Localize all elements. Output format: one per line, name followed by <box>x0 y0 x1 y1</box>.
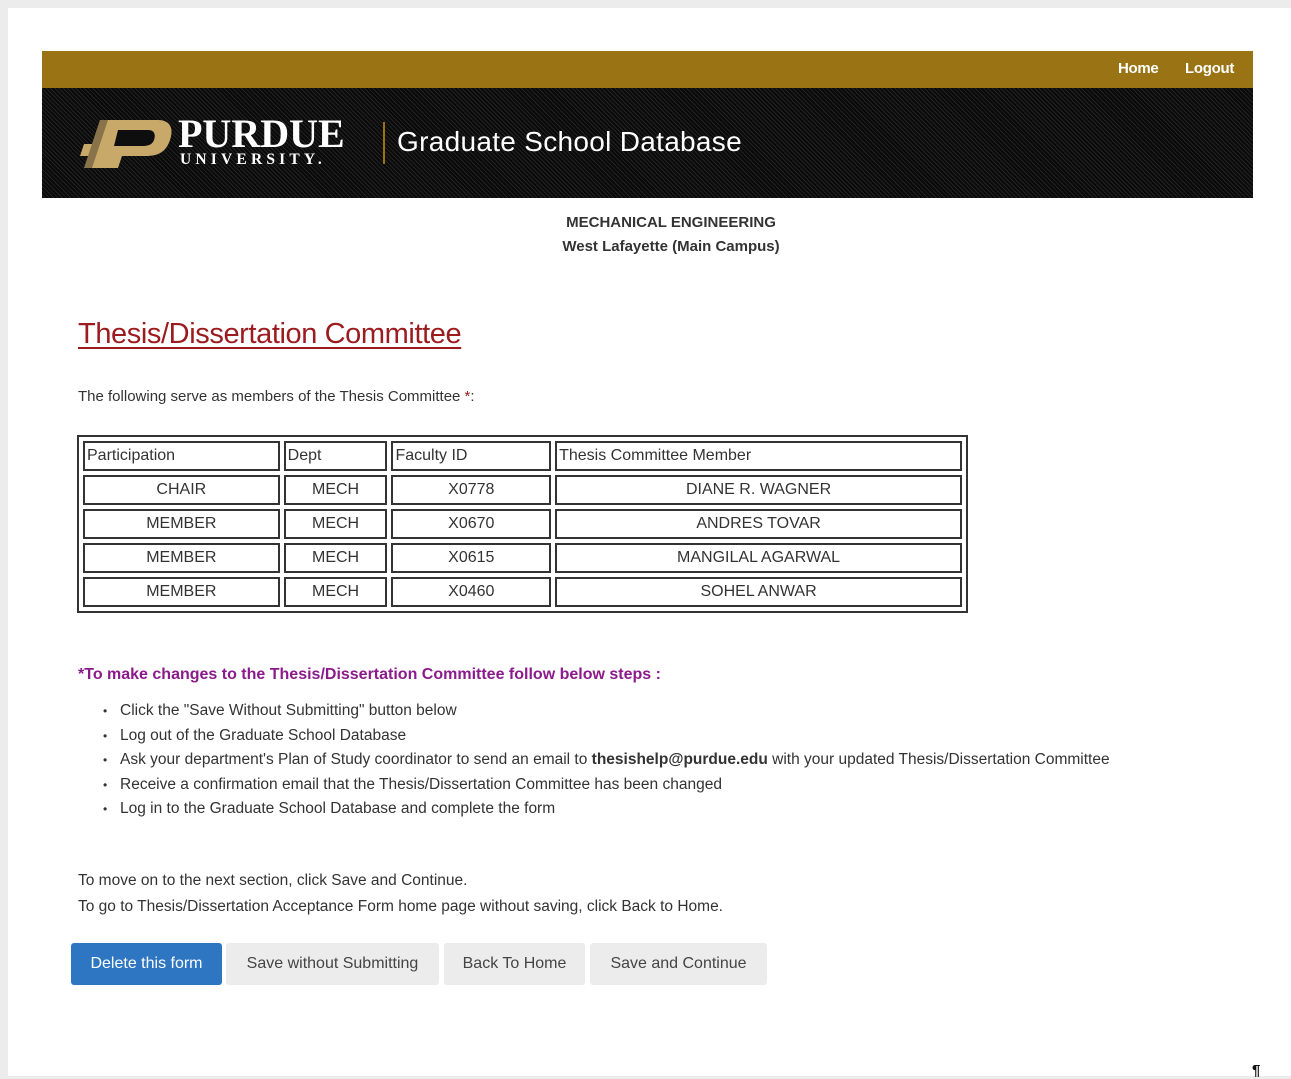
table-row: MEMBER MECH X0615 MANGILAL AGARWAL <box>83 543 962 573</box>
intro-end: : <box>470 388 475 405</box>
committee-table: Participation Dept Faculty ID Thesis Com… <box>77 435 968 613</box>
cell-dept: MECH <box>283 577 388 607</box>
list-item: Click the "Save Without Submitting" butt… <box>103 701 1110 726</box>
cell-faculty-id: X0615 <box>391 543 552 573</box>
cell-participation: MEMBER <box>83 543 280 573</box>
cell-member-name: ANDRES TOVAR <box>555 509 962 539</box>
save-and-continue-button[interactable]: Save and Continue <box>590 943 767 985</box>
cell-participation: CHAIR <box>83 475 280 505</box>
table-row: MEMBER MECH X0460 SOHEL ANWAR <box>83 577 962 607</box>
table-row: MEMBER MECH X0670 ANDRES TOVAR <box>83 509 962 539</box>
cell-faculty-id: X0778 <box>391 475 552 505</box>
list-item: Log out of the Graduate School Database <box>103 726 1110 751</box>
save-without-submitting-button[interactable]: Save without Submitting <box>226 943 439 985</box>
top-nav-bar: Home Logout <box>42 51 1253 88</box>
header-dept: Dept <box>283 441 388 471</box>
step-text-suffix: with your updated Thesis/Dissertation Co… <box>767 751 1110 769</box>
purdue-p-logo-icon <box>80 120 172 168</box>
committee-intro: The following serve as members of the Th… <box>78 388 475 405</box>
banner-divider <box>383 122 385 164</box>
back-to-home-button[interactable]: Back To Home <box>444 943 585 985</box>
table-row: CHAIR MECH X0778 DIANE R. WAGNER <box>83 475 962 505</box>
site-title: Graduate School Database <box>397 126 742 157</box>
logo-wordmark: PURDUE <box>178 111 345 156</box>
intro-text: The following serve as members of the Th… <box>78 388 465 405</box>
cell-member-name: SOHEL ANWAR <box>555 577 962 607</box>
list-item: Receive a confirmation email that the Th… <box>103 775 1110 800</box>
back-home-instructions: To go to Thesis/Dissertation Acceptance … <box>78 898 723 915</box>
cell-participation: MEMBER <box>83 577 280 607</box>
list-item: Log in to the Graduate School Database a… <box>103 799 1110 824</box>
change-steps-heading: *To make changes to the Thesis/Dissertat… <box>78 666 661 683</box>
campus-name: West Lafayette (Main Campus) <box>562 238 780 255</box>
logo-subtitle: UNIVERSITY. <box>180 151 326 168</box>
cell-member-name: DIANE R. WAGNER <box>555 475 962 505</box>
step-text: Ask your department's Plan of Study coor… <box>120 751 592 769</box>
table-header-row: Participation Dept Faculty ID Thesis Com… <box>83 441 962 471</box>
help-email: thesishelp@purdue.edu <box>591 751 768 769</box>
page-canvas: Home Logout PURDUE UNIVERSITY. Graduate … <box>8 8 1291 1079</box>
header-faculty-id: Faculty ID <box>391 441 552 471</box>
page-title: Thesis/Dissertation Committee <box>78 318 462 350</box>
cell-member-name: MANGILAL AGARWAL <box>555 543 962 573</box>
continue-instructions: To move on to the next section, click Sa… <box>78 872 468 889</box>
cell-dept: MECH <box>283 509 388 539</box>
change-steps-list: Click the "Save Without Submitting" butt… <box>78 701 1110 824</box>
header-committee-member: Thesis Committee Member <box>555 441 962 471</box>
home-link[interactable]: Home <box>1118 60 1159 77</box>
cell-faculty-id: X0670 <box>391 509 552 539</box>
delete-form-button[interactable]: Delete this form <box>71 943 222 985</box>
cell-dept: MECH <box>283 543 388 573</box>
department-name: MECHANICAL ENGINEERING <box>566 214 776 231</box>
cell-faculty-id: X0460 <box>391 577 552 607</box>
cell-dept: MECH <box>283 475 388 505</box>
pilcrow-mark: ¶ <box>1252 1062 1261 1079</box>
header-participation: Participation <box>83 441 280 471</box>
list-item: Ask your department's Plan of Study coor… <box>103 750 1110 775</box>
logout-link[interactable]: Logout <box>1185 60 1234 77</box>
cell-participation: MEMBER <box>83 509 280 539</box>
header-banner: PURDUE UNIVERSITY. Graduate School Datab… <box>42 88 1253 198</box>
